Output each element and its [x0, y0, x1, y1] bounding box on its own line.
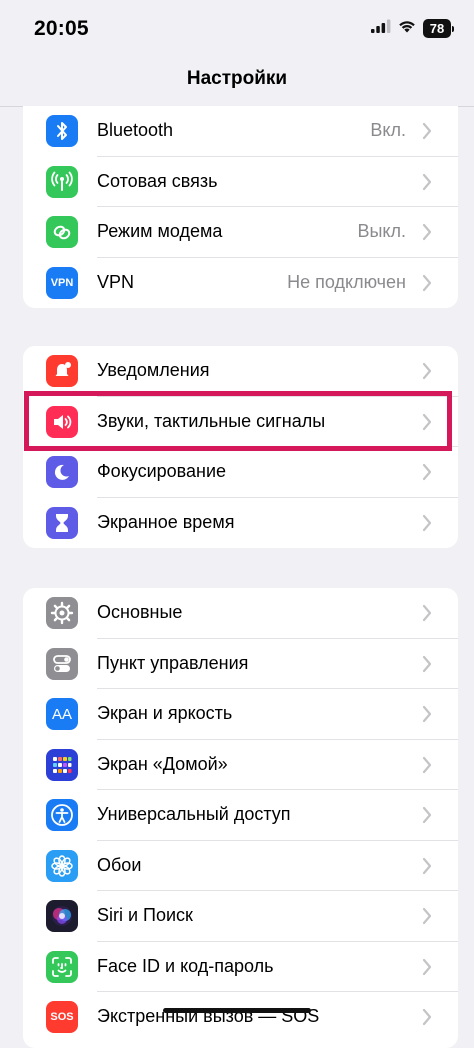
gear-icon	[46, 597, 78, 629]
row-face-id[interactable]: Face ID и код-пароль	[23, 942, 458, 992]
highlight-annotation	[24, 391, 452, 451]
link-chain-icon	[46, 216, 78, 248]
text-size-icon: AA	[46, 698, 78, 730]
chevron-right-icon	[422, 362, 432, 380]
row-label: VPN	[97, 271, 135, 292]
bell-icon	[46, 355, 78, 387]
chevron-right-icon	[422, 958, 432, 975]
chevron-right-icon	[422, 806, 432, 824]
vpn-icon: VPN	[46, 266, 78, 299]
antenna-icon	[46, 165, 78, 198]
row-label: Экранное время	[97, 511, 235, 532]
row-label: Обои	[97, 854, 142, 875]
page-title: Настройки	[186, 68, 288, 89]
row-emergency-sos[interactable]: SOS Экстренный вызов — SOS	[23, 992, 458, 1043]
row-focus[interactable]: Фокусирование	[23, 447, 458, 498]
row-accessibility[interactable]: Универсальный доступ	[23, 790, 458, 841]
home-grid-icon	[46, 748, 78, 781]
row-label: Основные	[97, 602, 183, 622]
chevron-right-icon	[422, 705, 432, 723]
row-vpn[interactable]: VPN VPN Не подключен	[23, 258, 458, 309]
row-label: Пункт управления	[97, 652, 249, 673]
chevron-right-icon	[422, 514, 432, 531]
row-display-brightness[interactable]: AA Экран и яркость	[23, 689, 458, 740]
status-bar: 20:05 78	[0, 0, 474, 58]
row-label: Экран «Домой»	[97, 753, 228, 774]
settings-group-general: Основные Пункт управления AA Экран и ярк…	[23, 588, 458, 1048]
row-wallpaper[interactable]: Обои	[23, 841, 458, 891]
siri-icon	[46, 900, 78, 932]
chevron-right-icon	[422, 463, 432, 481]
chevron-right-icon	[422, 1008, 432, 1026]
flower-icon	[46, 849, 78, 882]
accessibility-icon	[46, 799, 78, 831]
chevron-right-icon	[422, 122, 432, 140]
chevron-right-icon	[422, 223, 432, 241]
bluetooth-icon	[46, 115, 78, 147]
status-time: 20:05	[34, 17, 89, 40]
row-home-screen[interactable]: Экран «Домой»	[23, 740, 458, 790]
face-id-icon	[46, 950, 78, 983]
row-label: Face ID и код-пароль	[97, 955, 274, 976]
row-label: Фокусирование	[97, 461, 227, 481]
row-personal-hotspot[interactable]: Режим модема Выкл.	[23, 207, 458, 258]
moon-icon	[46, 456, 78, 488]
toggles-icon	[46, 647, 78, 680]
row-label: Универсальный доступ	[97, 804, 291, 824]
row-siri-search[interactable]: Siri и Поиск	[23, 891, 458, 942]
row-label: Режим модема	[97, 221, 223, 241]
row-screen-time[interactable]: Экранное время	[23, 498, 458, 549]
navigation-bar: Настройки	[0, 58, 474, 107]
chevron-right-icon	[422, 857, 432, 874]
wifi-icon	[398, 19, 416, 38]
row-label: Siri и Поиск	[97, 905, 193, 925]
status-indicators: 78	[371, 19, 454, 38]
settings-group-connectivity: Bluetooth Вкл. Сотовая связь Режим модем…	[23, 106, 458, 308]
row-value: Выкл.	[357, 221, 406, 241]
cellular-signal-icon	[371, 19, 391, 38]
row-label: Экран и яркость	[97, 703, 233, 723]
home-indicator[interactable]	[163, 1008, 311, 1013]
chevron-right-icon	[422, 655, 432, 672]
row-value: Вкл.	[370, 120, 406, 140]
row-label: Bluetooth	[97, 120, 174, 140]
battery-icon: 78	[423, 19, 454, 38]
row-cellular[interactable]: Сотовая связь	[23, 157, 458, 207]
row-label: Сотовая связь	[97, 170, 218, 191]
battery-level: 78	[423, 19, 451, 38]
row-control-center[interactable]: Пункт управления	[23, 639, 458, 689]
row-value: Не подключен	[287, 271, 406, 292]
chevron-right-icon	[422, 907, 432, 925]
chevron-right-icon	[422, 274, 432, 291]
sos-icon: SOS	[46, 1001, 78, 1033]
chevron-right-icon	[422, 173, 432, 190]
row-notifications[interactable]: Уведомления	[23, 346, 458, 397]
row-bluetooth[interactable]: Bluetooth Вкл.	[23, 106, 458, 157]
row-label: Уведомления	[97, 360, 210, 380]
chevron-right-icon	[422, 756, 432, 773]
chevron-right-icon	[422, 604, 432, 622]
hourglass-icon	[46, 506, 78, 539]
row-general[interactable]: Основные	[23, 588, 458, 639]
